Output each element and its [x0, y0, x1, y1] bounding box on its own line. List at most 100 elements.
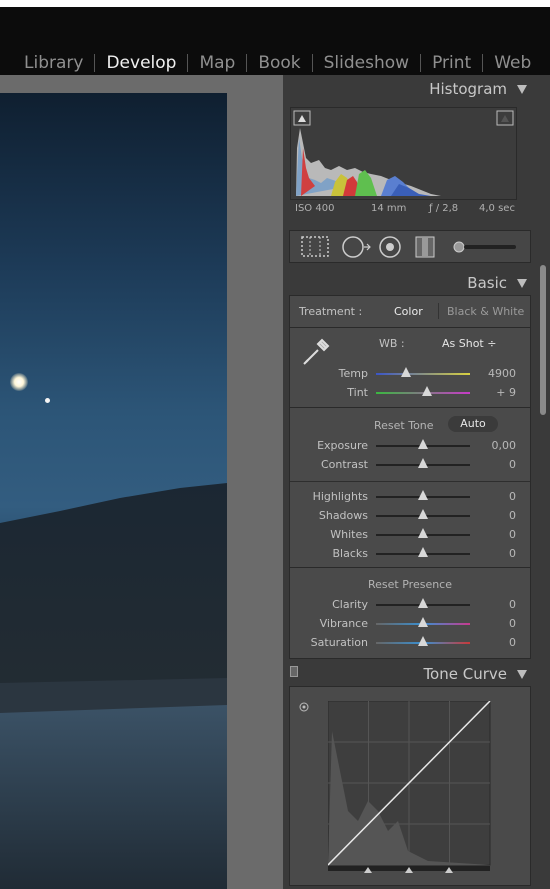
vibrance-slider-thumb[interactable] [418, 617, 428, 627]
shadows-value[interactable]: 0 [509, 509, 516, 522]
highlights-slider-row: Highlights 0 [290, 488, 530, 506]
blacks-slider-row: Blacks 0 [290, 545, 530, 563]
whites-slider-row: Whites 0 [290, 526, 530, 544]
shadows-slider-row: Shadows 0 [290, 507, 530, 525]
landscape-shape [0, 483, 227, 889]
adjustment-brush-icon[interactable] [453, 241, 516, 253]
contrast-value[interactable]: 0 [509, 458, 516, 471]
module-picker: Library Develop Map Book Slideshow Print… [0, 51, 542, 75]
tint-value[interactable]: + 9 [496, 386, 516, 399]
graduated-filter-icon[interactable] [415, 236, 435, 258]
eyedropper-icon[interactable] [300, 334, 334, 368]
clarity-slider-row: Clarity 0 [290, 596, 530, 614]
blacks-value[interactable]: 0 [509, 547, 516, 560]
shadow-clipping-icon [298, 115, 306, 122]
red-eye-icon[interactable] [379, 236, 401, 258]
treatment-row: Treatment : Color Black & White [289, 295, 531, 329]
spot-removal-icon[interactable] [342, 236, 371, 258]
saturation-slider-row: Saturation 0 [290, 634, 530, 652]
scrollbar-thumb[interactable] [540, 265, 546, 415]
treatment-bw-button[interactable]: Black & White [447, 305, 524, 318]
basic-header[interactable]: Basic [283, 271, 533, 295]
top-window-strip [0, 0, 550, 7]
blacks-label: Blacks [332, 547, 369, 560]
reset-tone-button[interactable]: Reset Tone [374, 419, 434, 432]
temp-slider-row: Temp 4900 [290, 365, 530, 383]
histogram-plot [293, 110, 514, 196]
module-web[interactable]: Web [483, 53, 542, 73]
highlights-slider-thumb[interactable] [418, 490, 428, 500]
tone-curve-graph[interactable] [328, 701, 492, 873]
clarity-label: Clarity [332, 598, 368, 611]
basic-title: Basic [467, 274, 507, 292]
saturation-label: Saturation [310, 636, 368, 649]
shadows-label: Shadows [318, 509, 368, 522]
auto-tone-button[interactable]: Auto [448, 416, 498, 432]
contrast-slider-thumb[interactable] [418, 458, 428, 468]
exif-shutter: 4,0 sec [479, 203, 515, 214]
vibrance-label: Vibrance [319, 617, 368, 630]
collapse-triangle-icon[interactable] [517, 85, 527, 94]
tone-curve-title: Tone Curve [423, 665, 507, 683]
histogram-graph[interactable] [290, 107, 517, 200]
tone-section: Reset Tone Auto Exposure 0,00 Contrast 0… [289, 407, 531, 569]
tint-slider-row: Tint + 9 [290, 384, 530, 402]
right-panel: Histogram ISO 400 14 mm ƒ / 2,8 4,0 sec [283, 75, 550, 889]
collapse-triangle-icon[interactable] [517, 279, 527, 288]
exposure-label: Exposure [317, 439, 368, 452]
shadows-slider-thumb[interactable] [418, 509, 428, 519]
target-adjustment-icon[interactable] [298, 701, 310, 713]
exif-aperture: ƒ / 2,8 [429, 203, 459, 214]
histogram-title: Histogram [429, 80, 507, 98]
presence-section: Reset Presence Clarity 0 Vibrance 0 Satu… [289, 567, 531, 659]
contrast-slider-row: Contrast 0 [290, 456, 530, 474]
clarity-slider-thumb[interactable] [418, 598, 428, 608]
panel-scrollbar[interactable] [536, 75, 550, 889]
module-map[interactable]: Map [188, 53, 246, 73]
contrast-label: Contrast [320, 458, 368, 471]
tone-curve-panel [289, 686, 531, 886]
tint-slider-thumb[interactable] [421, 386, 432, 396]
module-library[interactable]: Library [0, 53, 94, 73]
vibrance-slider-row: Vibrance 0 [290, 615, 530, 633]
wb-dropdown[interactable]: As Shot ÷ [442, 337, 496, 350]
module-develop[interactable]: Develop [95, 53, 187, 73]
tool-strip [289, 230, 531, 263]
histogram-header[interactable]: Histogram [283, 77, 533, 101]
exif-iso: ISO 400 [295, 203, 335, 214]
tint-label: Tint [347, 386, 368, 399]
temp-slider-track[interactable] [376, 373, 470, 375]
saturation-slider-thumb[interactable] [418, 636, 428, 646]
treatment-separator [438, 303, 439, 319]
module-book[interactable]: Book [247, 53, 311, 73]
saturation-value[interactable]: 0 [509, 636, 516, 649]
exposure-slider-thumb[interactable] [418, 439, 428, 449]
star [45, 398, 50, 403]
whites-slider-thumb[interactable] [418, 528, 428, 538]
exposure-value[interactable]: 0,00 [492, 439, 517, 452]
tool-icons [301, 236, 516, 258]
module-slideshow[interactable]: Slideshow [313, 53, 420, 73]
temp-label: Temp [338, 367, 368, 380]
reset-presence-button[interactable]: Reset Presence [290, 578, 530, 591]
crop-tool-icon[interactable] [301, 236, 329, 257]
whites-value[interactable]: 0 [509, 528, 516, 541]
collapse-triangle-icon[interactable] [517, 670, 527, 679]
temp-value[interactable]: 4900 [488, 367, 516, 380]
treatment-color-button[interactable]: Color [394, 305, 423, 318]
photo-canvas-area[interactable] [0, 75, 283, 889]
exif-focal-length: 14 mm [371, 203, 407, 214]
blacks-slider-thumb[interactable] [418, 547, 428, 557]
highlights-value[interactable]: 0 [509, 490, 516, 503]
tone-curve-header[interactable]: Tone Curve [283, 662, 533, 686]
panel-switch-icon[interactable] [290, 666, 298, 677]
moon [10, 373, 28, 391]
tone-divider [290, 481, 530, 482]
clarity-value[interactable]: 0 [509, 598, 516, 611]
module-picker-bar: Library Develop Map Book Slideshow Print… [0, 7, 550, 75]
temp-slider-thumb[interactable] [401, 367, 412, 377]
photo-preview[interactable] [0, 93, 227, 889]
vibrance-value[interactable]: 0 [509, 617, 516, 630]
highlight-clipping-icon [501, 115, 509, 122]
module-print[interactable]: Print [421, 53, 482, 73]
